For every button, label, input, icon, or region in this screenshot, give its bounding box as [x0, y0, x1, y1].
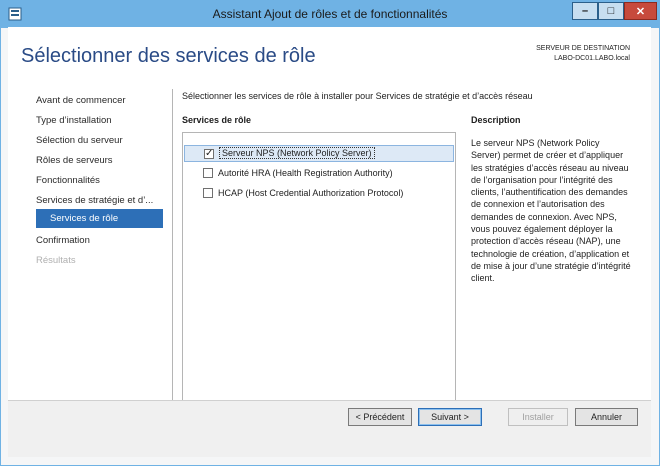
title-bar[interactable]: Assistant Ajout de rôles et de fonctionn…	[1, 1, 659, 28]
hcap-checkbox[interactable]	[203, 188, 213, 198]
nav-item-resultats: Résultats	[36, 255, 76, 266]
window-title: Assistant Ajout de rôles et de fonctionn…	[212, 7, 448, 21]
nav-item-selection-serveur[interactable]: Sélection du serveur	[36, 135, 123, 146]
roles-header: Services de rôle	[182, 115, 252, 125]
wizard-content: Sélectionner des services de rôle SERVEU…	[8, 27, 651, 457]
cancel-button[interactable]: Annuler	[575, 408, 638, 426]
nav-item-type-installation[interactable]: Type d’installation	[36, 115, 112, 126]
hcap-label[interactable]: HCAP (Host Credential Authorization Prot…	[218, 188, 403, 198]
wizard-footer: < Précédent Suivant > Installer Annuler	[8, 400, 651, 457]
previous-button[interactable]: < Précédent	[348, 408, 412, 426]
list-item-hra[interactable]: Autorité HRA (Health Registration Author…	[184, 165, 454, 182]
role-services-list[interactable]: ✓ Serveur NPS (Network Policy Server) Au…	[182, 132, 456, 410]
hra-checkbox[interactable]	[203, 168, 213, 178]
nps-checkbox[interactable]: ✓	[204, 149, 214, 159]
list-item-nps[interactable]: ✓ Serveur NPS (Network Policy Server)	[184, 145, 454, 162]
minimize-button[interactable]: –	[572, 2, 598, 20]
description-header: Description	[471, 115, 521, 125]
nav-item-roles-serveurs[interactable]: Rôles de serveurs	[36, 155, 113, 166]
nav-item-avant-de-commencer[interactable]: Avant de commencer	[36, 95, 126, 106]
next-button[interactable]: Suivant >	[418, 408, 482, 426]
instruction-text: Sélectionner les services de rôle à inst…	[182, 91, 533, 101]
description-text: Le serveur NPS (Network Policy Server) p…	[471, 138, 631, 284]
nav-item-services-strategie[interactable]: Services de stratégie et d’...	[36, 195, 153, 206]
destination-label: SERVEUR DE DESTINATION	[536, 45, 630, 52]
nav-item-fonctionnalites[interactable]: Fonctionnalités	[36, 175, 100, 186]
nps-label[interactable]: Serveur NPS (Network Policy Server)	[219, 147, 375, 159]
nav-item-services-de-role[interactable]: Services de rôle	[36, 209, 163, 228]
destination-value: LABO-DC01.LABO.local	[554, 55, 630, 62]
page-title: Sélectionner des services de rôle	[21, 45, 316, 67]
install-button: Installer	[508, 408, 568, 426]
hra-label[interactable]: Autorité HRA (Health Registration Author…	[218, 168, 393, 178]
list-item-hcap[interactable]: HCAP (Host Credential Authorization Prot…	[184, 185, 454, 202]
destination-server: SERVEUR DE DESTINATION LABO-DC01.LABO.lo…	[536, 44, 630, 64]
close-button[interactable]: ✕	[624, 2, 657, 20]
nav-item-confirmation[interactable]: Confirmation	[36, 235, 90, 246]
maximize-button[interactable]: □	[598, 2, 624, 20]
nav-divider	[172, 89, 173, 410]
